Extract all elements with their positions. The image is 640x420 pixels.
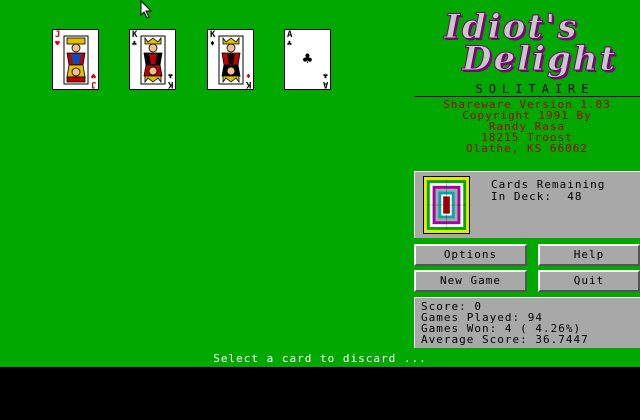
king-face-art <box>218 35 244 85</box>
card-table: J ♥ ♥ J K ♣ ♣ K K ♦ ♦ K A ♣ ♣ ♣ A Idiot'… <box>0 0 640 367</box>
club-icon: ♣ <box>287 39 292 48</box>
card-rank-label: A <box>322 79 328 89</box>
jack-face-art <box>63 35 89 85</box>
options-button[interactable]: Options <box>414 244 527 266</box>
heart-icon: ♥ <box>91 71 96 80</box>
game-screen: J ♥ ♥ J K ♣ ♣ K K ♦ ♦ K A ♣ ♣ ♣ A Idiot'… <box>0 0 640 420</box>
diamond-icon: ♦ <box>210 39 215 48</box>
card-king-of-clubs[interactable]: K ♣ ♣ K <box>129 29 176 90</box>
stats-panel: Score: 0 Games Played: 94 Games Won: 4 (… <box>414 297 640 348</box>
credits: Shareware Version 1.03 Copyright 1991 By… <box>414 99 640 154</box>
card-ace-of-clubs[interactable]: A ♣ ♣ ♣ A <box>284 29 331 90</box>
title-line-2: Delight <box>461 39 618 79</box>
king-face-art <box>140 35 166 85</box>
mouse-pointer-icon <box>140 0 153 19</box>
card-rank-label: K <box>245 79 251 89</box>
status-message: Select a card to discard ... <box>213 352 427 365</box>
card-rank-label: K <box>167 79 173 89</box>
club-icon: ♣ <box>302 49 313 68</box>
card-king-of-diamonds[interactable]: K ♦ ♦ K <box>207 29 254 90</box>
new-game-button[interactable]: New Game <box>414 270 527 292</box>
subtitle: SOLITAIRE <box>475 82 595 96</box>
divider <box>414 96 640 97</box>
card-jack-of-hearts[interactable]: J ♥ ♥ J <box>52 29 99 90</box>
club-icon: ♣ <box>168 71 173 80</box>
cards-remaining-count: In Deck: 48 <box>491 190 583 203</box>
deck-pile[interactable] <box>423 176 470 234</box>
average-score-text: Average Score: 36.7447 <box>421 333 589 346</box>
quit-button[interactable]: Quit <box>538 270 640 292</box>
deck-panel: Cards Remaining In Deck: 48 <box>414 171 640 238</box>
help-button[interactable]: Help <box>538 244 640 266</box>
club-icon: ♣ <box>323 71 328 80</box>
heart-icon: ♥ <box>55 39 60 48</box>
credits-city: Olathe, KS 66062 <box>466 142 588 155</box>
card-rank-label: J <box>90 79 96 89</box>
club-icon: ♣ <box>132 39 137 48</box>
diamond-icon: ♦ <box>246 71 251 80</box>
cards-remaining: Cards Remaining In Deck: 48 <box>491 179 605 203</box>
